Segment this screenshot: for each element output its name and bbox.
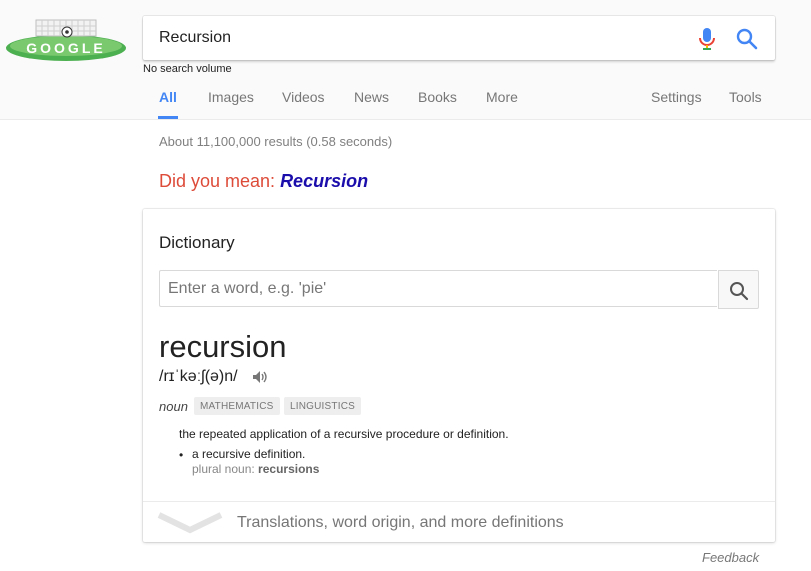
feedback-link[interactable]: Feedback [702,550,759,565]
dictionary-title: Dictionary [159,233,235,252]
did-you-mean-prefix: Did you mean: [159,171,281,191]
tab-books[interactable]: Books [418,89,457,105]
tab-settings[interactable]: Settings [651,89,702,105]
tab-tools[interactable]: Tools [729,89,762,105]
search-box[interactable]: Recursion [143,16,775,60]
search-icon [730,282,749,301]
dictionary-search-input[interactable] [159,270,717,307]
tab-more[interactable]: More [486,89,518,105]
tab-videos[interactable]: Videos [282,89,325,105]
dictionary-search-button[interactable] [718,270,759,309]
part-of-speech: noun [159,399,188,414]
headword: recursion [159,329,287,364]
plural-prefix: plural noun: [192,462,259,476]
plural-form: plural noun: recursions [192,462,319,476]
did-you-mean: Did you mean: Recursion [159,171,368,192]
tab-images[interactable]: Images [208,89,254,105]
tab-news[interactable]: News [354,89,389,105]
logo-text: GOOGLE [26,40,105,56]
definition-text: the repeated application of a recursive … [179,427,509,441]
search-icon[interactable] [736,28,758,50]
plural-word: recursions [258,462,320,476]
phonetic-spelling: /rɪˈkəːʃ(ə)n/ [159,368,238,385]
google-doodle-logo[interactable]: GOOGLE [6,18,127,62]
search-volume-note: No search volume [143,63,232,75]
tab-all[interactable]: All [159,89,177,105]
definition-bullet: • [179,448,184,462]
microphone-icon[interactable] [698,27,716,51]
chevron-down-icon[interactable] [157,512,223,534]
more-definitions-link[interactable]: Translations, word origin, and more defi… [237,514,564,532]
search-input[interactable]: Recursion [159,29,231,47]
speaker-icon[interactable] [252,369,268,385]
sub-definition-text: a recursive definition. [192,447,306,461]
result-stats: About 11,100,000 results (0.58 seconds) [159,134,393,149]
did-you-mean-link[interactable]: Recursion [280,171,368,191]
tag-mathematics[interactable]: MATHEMATICS [194,397,280,415]
dictionary-card: Dictionary recursion /rɪˈkəːʃ(ə)n/ noun … [143,209,775,542]
more-definitions-row[interactable]: Translations, word origin, and more defi… [143,502,775,542]
active-tab-indicator [158,116,178,119]
tag-linguistics[interactable]: LINGUISTICS [284,397,361,415]
